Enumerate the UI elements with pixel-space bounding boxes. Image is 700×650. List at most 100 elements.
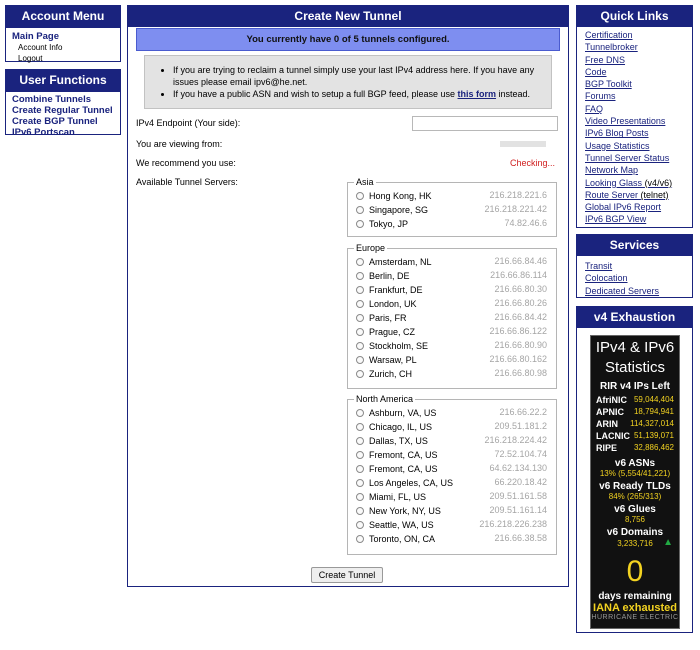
server-ip: 209.51.181.2: [494, 421, 547, 431]
main-page-link[interactable]: Main Page: [12, 31, 114, 42]
recommend-checking: Checking...: [510, 158, 556, 168]
video-presentations-link[interactable]: Video Presentations: [585, 115, 684, 127]
server-radio[interactable]: [356, 370, 364, 378]
certification-link[interactable]: Certification: [585, 29, 684, 41]
route-server-link[interactable]: Route Server: [585, 190, 638, 200]
faq-link[interactable]: FAQ: [585, 103, 684, 115]
free-dns-link[interactable]: Free DNS: [585, 54, 684, 66]
server-row[interactable]: Paris, FR 216.66.84.42: [354, 312, 550, 326]
server-row[interactable]: Fremont, CA, US 72.52.104.74: [354, 449, 550, 463]
tunnelbroker-link[interactable]: Tunnelbroker: [585, 41, 684, 53]
server-row[interactable]: Prague, CZ 216.66.86.122: [354, 326, 550, 340]
server-radio[interactable]: [356, 192, 364, 200]
server-radio[interactable]: [356, 342, 364, 350]
server-name: Seattle, WA, US: [369, 520, 434, 530]
code-link[interactable]: Code: [585, 66, 684, 78]
looking-glass-link[interactable]: Looking Glass: [585, 178, 642, 188]
server-radio[interactable]: [356, 437, 364, 445]
server-row[interactable]: Hong Kong, HK 216.218.221.6: [354, 190, 550, 204]
server-name: Fremont, CA, US: [369, 464, 438, 474]
server-radio[interactable]: [356, 272, 364, 280]
server-radio[interactable]: [356, 479, 364, 487]
ipv6-bgp-view-link[interactable]: IPv6 BGP View: [585, 213, 684, 225]
server-row[interactable]: Amsterdam, NL 216.66.84.46: [354, 256, 550, 270]
server-radio[interactable]: [356, 535, 364, 543]
server-row[interactable]: Berlin, DE 216.66.86.114: [354, 270, 550, 284]
server-row[interactable]: Fremont, CA, US 64.62.134.130: [354, 463, 550, 477]
info-bgp-text: If you have a public ASN and wish to set…: [173, 88, 543, 100]
hurricane-electric-footer: HURRICANE ELECTRIC: [591, 614, 679, 621]
server-row[interactable]: Zurich, CH 216.66.80.98: [354, 368, 550, 382]
server-row[interactable]: Tokyo, JP 74.82.46.6: [354, 218, 550, 232]
server-row[interactable]: London, UK 216.66.80.26: [354, 298, 550, 312]
tunnel-server-status-link[interactable]: Tunnel Server Status: [585, 152, 684, 164]
server-radio[interactable]: [356, 206, 364, 214]
bgp-toolkit-link[interactable]: BGP Toolkit: [585, 78, 684, 90]
server-row[interactable]: Stockholm, SE 216.66.80.90: [354, 340, 550, 354]
server-row[interactable]: Seattle, WA, US 216.218.226.238: [354, 519, 550, 533]
server-row[interactable]: Ashburn, VA, US 216.66.22.2: [354, 407, 550, 421]
v6-asns-label: v6 ASNs: [614, 458, 656, 469]
ipv6-portscan-link[interactable]: IPv6 Portscan: [12, 127, 114, 138]
server-radio[interactable]: [356, 465, 364, 473]
region-europe-label: Europe: [356, 243, 386, 253]
server-radio[interactable]: [356, 258, 364, 266]
server-name: Tokyo, JP: [369, 219, 409, 229]
looking-glass-note: (v4/v6): [644, 177, 673, 188]
server-ip: 72.52.104.74: [494, 449, 547, 459]
server-name: Singapore, SG: [369, 205, 429, 215]
server-radio[interactable]: [356, 286, 364, 294]
account-info-link[interactable]: Account Info: [12, 42, 114, 53]
server-row[interactable]: Miami, FL, US 209.51.161.58: [354, 491, 550, 505]
server-radio[interactable]: [356, 220, 364, 228]
server-radio[interactable]: [356, 451, 364, 459]
colocation-link[interactable]: Colocation: [585, 272, 684, 284]
server-ip: 216.66.86.114: [490, 270, 547, 280]
endpoint-label: IPv4 Endpoint (Your side):: [136, 118, 241, 128]
server-radio[interactable]: [356, 409, 364, 417]
forums-link[interactable]: Forums: [585, 90, 684, 102]
server-row[interactable]: Dallas, TX, US 216.218.224.42: [354, 435, 550, 449]
create-bgp-tunnel-link[interactable]: Create BGP Tunnel: [12, 116, 114, 127]
server-row[interactable]: New York, NY, US 209.51.161.14: [354, 505, 550, 519]
server-ip: 216.66.80.90: [494, 340, 547, 350]
bgp-form-link[interactable]: this form: [458, 89, 497, 99]
server-row[interactable]: Frankfurt, DE 216.66.80.30: [354, 284, 550, 298]
server-row[interactable]: Los Angeles, CA, US 66.220.18.42: [354, 477, 550, 491]
usage-statistics-link[interactable]: Usage Statistics: [585, 140, 684, 152]
server-radio[interactable]: [356, 328, 364, 336]
ipv6-blog-posts-link[interactable]: IPv6 Blog Posts: [585, 127, 684, 139]
server-radio[interactable]: [356, 314, 364, 322]
ipv4-stats-widget[interactable]: IPv4 & IPv6 Statistics RIR v4 IPs Left A…: [590, 335, 680, 629]
server-row[interactable]: Toronto, ON, CA 216.66.38.58: [354, 533, 550, 547]
dedicated-servers-link[interactable]: Dedicated Servers: [585, 285, 684, 297]
server-row[interactable]: Singapore, SG 216.218.221.42: [354, 204, 550, 218]
server-radio[interactable]: [356, 356, 364, 364]
server-radio[interactable]: [356, 493, 364, 501]
create-regular-tunnel-link[interactable]: Create Regular Tunnel: [12, 105, 114, 116]
server-radio[interactable]: [356, 521, 364, 529]
global-ipv6-report-link[interactable]: Global IPv6 Report: [585, 201, 684, 213]
endpoint-input[interactable]: [412, 116, 558, 131]
server-name: Warsaw, PL: [369, 355, 417, 365]
rir-value: 18,794,941: [633, 407, 674, 416]
server-name: Hong Kong, HK: [369, 191, 432, 201]
server-radio[interactable]: [356, 507, 364, 515]
page-title: Create New Tunnel: [128, 6, 568, 27]
create-tunnel-button[interactable]: Create Tunnel: [311, 567, 383, 583]
combine-tunnels-link[interactable]: Combine Tunnels: [12, 94, 114, 105]
quick-links-panel: Quick Links Certification Tunnelbroker F…: [576, 5, 693, 228]
region-north-america: North America Ashburn, VA, US 216.66.22.2…: [347, 394, 557, 555]
server-name: Frankfurt, DE: [369, 285, 423, 295]
transit-link[interactable]: Transit: [585, 260, 684, 272]
server-row[interactable]: Warsaw, PL 216.66.80.162: [354, 354, 550, 368]
server-radio[interactable]: [356, 423, 364, 431]
server-row[interactable]: Chicago, IL, US 209.51.181.2: [354, 421, 550, 435]
logout-link[interactable]: Logout: [12, 53, 114, 64]
server-radio[interactable]: [356, 300, 364, 308]
server-name: Zurich, CH: [369, 369, 413, 379]
server-name: Prague, CZ: [369, 327, 416, 337]
available-servers-label: Available Tunnel Servers:: [136, 177, 238, 187]
rir-value: 51,139,071: [633, 431, 674, 440]
network-map-link[interactable]: Network Map: [585, 164, 684, 176]
